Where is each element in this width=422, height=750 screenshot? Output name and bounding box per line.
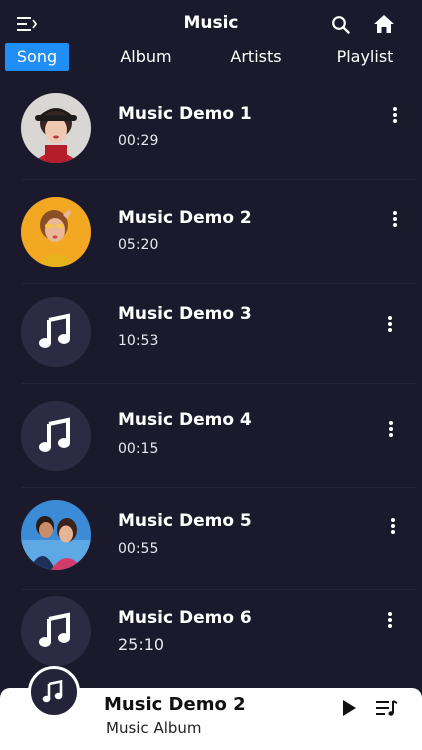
top-bar: Music: [0, 0, 422, 44]
song-title: Music Demo 3: [118, 304, 252, 324]
more-options-icon[interactable]: [385, 316, 395, 334]
song-title: Music Demo 4: [118, 410, 252, 430]
tab-artists[interactable]: Artists: [222, 43, 290, 71]
more-options-icon[interactable]: [385, 612, 395, 630]
music-note-icon: [21, 297, 91, 367]
list-item[interactable]: Music Demo 2 05:20: [0, 180, 422, 284]
song-title: Music Demo 5: [118, 511, 252, 531]
song-duration: 00:55: [118, 541, 159, 557]
more-options-icon[interactable]: [390, 211, 400, 229]
album-art-photo: [21, 197, 91, 267]
search-icon[interactable]: [331, 15, 350, 34]
music-note-icon: [21, 401, 91, 471]
more-options-icon[interactable]: [388, 518, 398, 536]
song-duration: 00:29: [118, 133, 159, 149]
album-art-photo: [21, 500, 91, 570]
song-duration: 00:15: [118, 441, 159, 457]
more-options-icon[interactable]: [386, 421, 396, 439]
music-note-icon: [21, 596, 91, 666]
song-duration: 05:20: [118, 237, 159, 253]
queue-icon[interactable]: [376, 699, 398, 717]
now-playing-subtitle: Music Album: [106, 719, 202, 737]
song-title: Music Demo 6: [118, 608, 252, 628]
more-options-icon[interactable]: [390, 107, 400, 125]
page-title: Music: [183, 13, 239, 33]
list-item[interactable]: Music Demo 3 10:53: [0, 280, 422, 384]
now-playing-title: Music Demo 2: [104, 694, 246, 715]
now-playing-bar[interactable]: Music Demo 2 Music Album: [0, 666, 422, 750]
song-duration: 25:10: [118, 635, 165, 654]
list-item[interactable]: Music Demo 5 00:55: [0, 486, 422, 590]
list-item[interactable]: Music Demo 4 00:15: [0, 384, 422, 488]
tab-bar: Song Album Artists Playlist: [0, 43, 422, 73]
home-icon[interactable]: [373, 14, 395, 34]
tab-song[interactable]: Song: [5, 43, 69, 71]
song-title: Music Demo 2: [118, 208, 252, 228]
play-icon[interactable]: [340, 699, 358, 717]
song-title: Music Demo 1: [118, 104, 252, 124]
list-item[interactable]: Music Demo 1 00:29: [0, 76, 422, 180]
tab-album[interactable]: Album: [112, 43, 180, 71]
song-duration: 10:53: [118, 333, 159, 349]
album-art-photo: [21, 93, 91, 163]
tab-playlist[interactable]: Playlist: [330, 43, 400, 71]
music-note-icon: [28, 666, 80, 718]
